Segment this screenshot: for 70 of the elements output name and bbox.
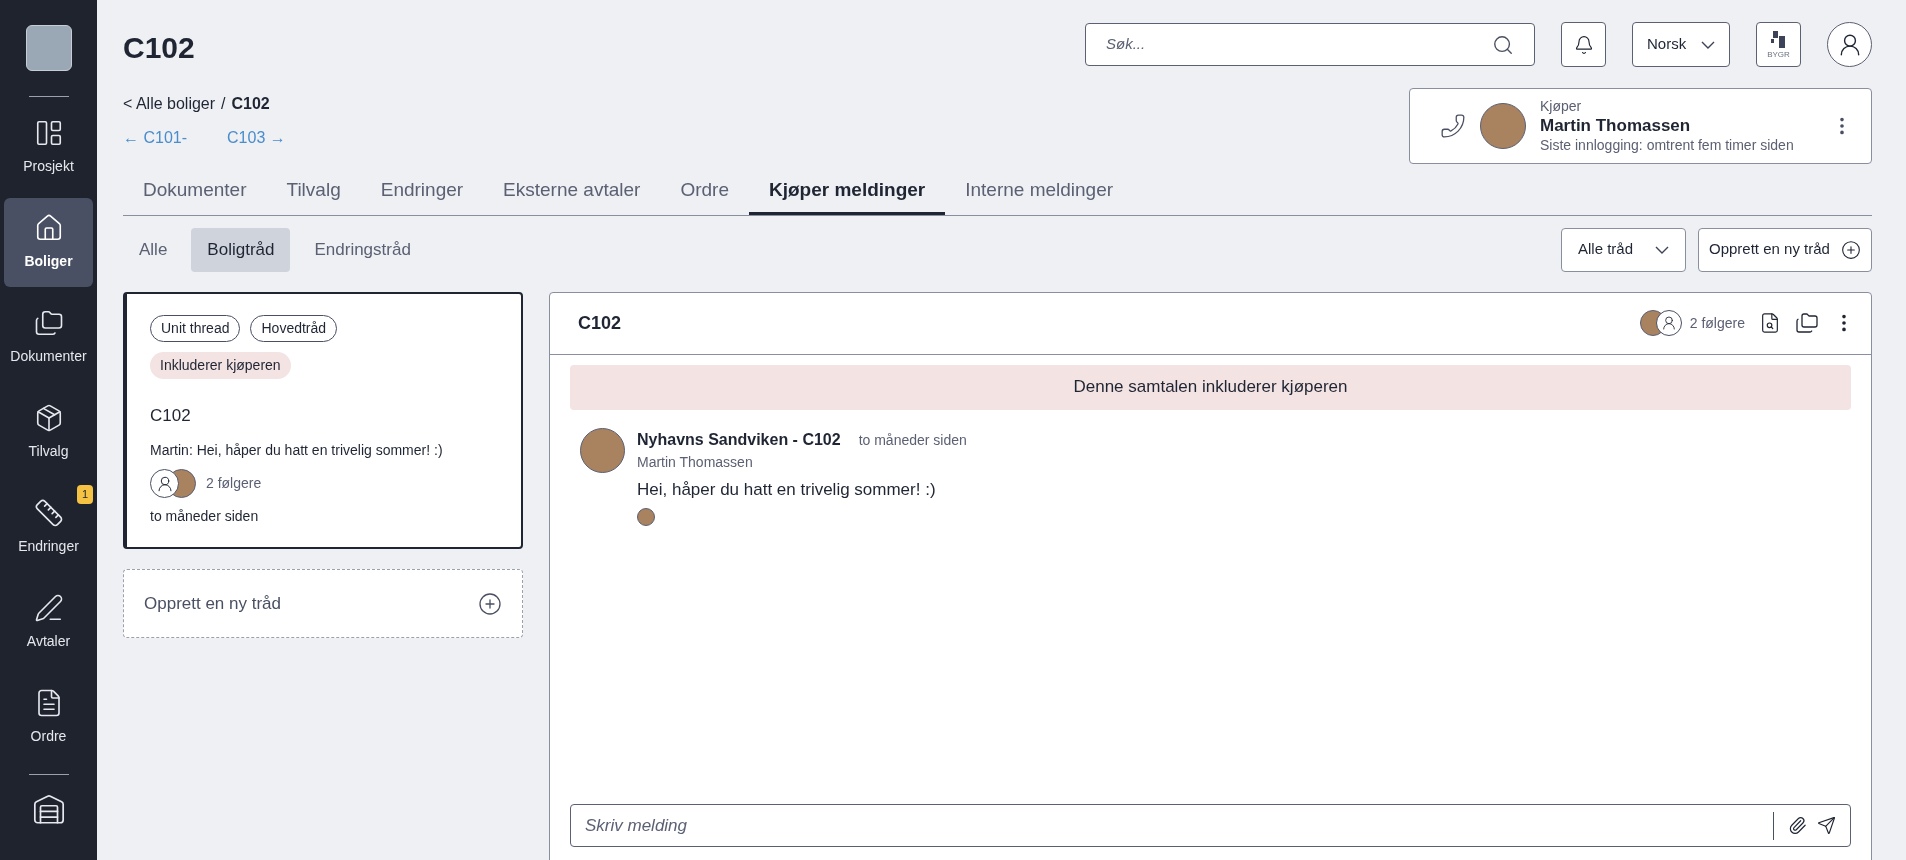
tab[interactable]: Interne meldinger xyxy=(945,170,1134,215)
new-thread-button[interactable]: Opprett en ny tråd xyxy=(1698,227,1872,272)
notifications-button[interactable] xyxy=(1561,22,1606,67)
new-thread-card[interactable]: Opprett en ny tråd xyxy=(123,569,523,638)
phone-icon[interactable] xyxy=(1440,113,1466,139)
thread-card[interactable]: Unit thread Hovedtråd Inkluderer kjøperen C102 Martin: Hei, håper du hatt en trivelig sommer! :) 2 følgere to måneder siden xyxy=(123,291,523,549)
message-author: Martin Thomassen xyxy=(637,452,754,472)
message-time: to måneder siden xyxy=(858,430,967,450)
message-field[interactable]: Skriv melding xyxy=(570,804,1851,847)
breadcrumb-separator: / xyxy=(221,94,226,114)
sidebar-item[interactable]: Tilvalg xyxy=(4,388,93,477)
tab[interactable]: Dokumenter xyxy=(123,170,267,215)
sidebar-item[interactable]: Boliger xyxy=(4,198,93,287)
message-sender: Nyhavns Sandviken - C102 xyxy=(637,429,841,450)
buyer-name: Martin Thomassen xyxy=(1540,115,1692,137)
user-avatar-button[interactable] xyxy=(1827,22,1872,67)
thread-title: C102 xyxy=(150,404,192,427)
breadcrumb-current: C102 xyxy=(231,94,270,114)
followers-count: 2 følgere xyxy=(206,474,262,493)
buyer-role: Kjøper xyxy=(1540,97,1583,116)
search-icon xyxy=(1492,33,1514,56)
buyer-tag: Inkluderer kjøperen xyxy=(150,351,291,379)
buyer-included-banner: Denne samtalen inkluderer kjøperen xyxy=(570,364,1851,410)
tab[interactable]: Kjøper meldinger xyxy=(748,170,946,215)
bell-icon xyxy=(1573,34,1594,55)
read-receipt-avatar xyxy=(637,508,655,526)
followers-count: 2 følgere xyxy=(1689,313,1745,333)
folders-icon[interactable] xyxy=(1795,311,1819,335)
subtab[interactable]: Endringstråd xyxy=(298,227,427,272)
logo-button[interactable]: BYGR xyxy=(1756,22,1801,67)
sidebar-item[interactable]: Avtaler xyxy=(4,578,93,667)
avatar-photo-placeholder xyxy=(580,427,625,473)
folders-icon xyxy=(33,308,64,338)
tab[interactable]: Endringer xyxy=(360,170,484,215)
chevron-down-icon xyxy=(1655,245,1669,254)
sidebar-item[interactable]: Endringer 1 xyxy=(4,483,93,572)
warehouse-icon[interactable] xyxy=(31,793,66,827)
thread-filter-dropdown[interactable]: Alle tråd xyxy=(1561,227,1686,272)
tab[interactable]: Eksterne avtaler xyxy=(483,170,661,215)
pen-icon xyxy=(33,593,64,623)
language-dropdown[interactable]: Norsk xyxy=(1632,22,1730,67)
file-search-icon[interactable] xyxy=(1759,312,1781,334)
paperclip-icon[interactable] xyxy=(1788,816,1807,835)
last-login-text: Siste innlogging: omtrent fem timer siden xyxy=(1540,136,1795,155)
thread-preview: Martin: Hei, håper du hatt en trivelig sommer! :) xyxy=(150,441,444,460)
subtab[interactable]: Alle xyxy=(123,227,184,272)
ruler-icon xyxy=(33,498,64,528)
logo-icon xyxy=(1770,30,1787,49)
sidebar-item[interactable]: Ordre xyxy=(4,673,93,762)
chevron-down-icon xyxy=(1701,40,1715,49)
project-photo-placeholder xyxy=(25,25,72,71)
add-icon xyxy=(1841,239,1861,260)
user-avatar xyxy=(150,469,179,498)
avatar-photo-placeholder xyxy=(1480,103,1526,149)
page-title: C102 xyxy=(123,30,195,66)
sidebar-item[interactable]: Prosjekt xyxy=(4,103,93,192)
subtab[interactable]: Boligtråd xyxy=(191,227,291,272)
add-icon xyxy=(478,591,502,616)
search-input[interactable]: Søk... xyxy=(1106,33,1492,56)
sidebar-item[interactable]: Dokumenter xyxy=(4,293,93,382)
tab[interactable]: Ordre xyxy=(660,170,749,215)
thread-time: to måneder siden xyxy=(150,507,260,526)
breadcrumb-link[interactable]: < Alle boliger xyxy=(123,92,216,116)
message-text: Hei, håper du hatt en trivelig sommer! :) xyxy=(637,478,937,501)
message-input[interactable]: Skriv melding xyxy=(585,812,1773,839)
count-badge: 1 xyxy=(76,485,93,504)
send-icon[interactable] xyxy=(1817,816,1836,835)
search-field[interactable]: Søk... xyxy=(1085,23,1535,66)
conversation-title: C102 xyxy=(578,311,622,335)
tab[interactable]: Tilvalg xyxy=(266,170,361,215)
